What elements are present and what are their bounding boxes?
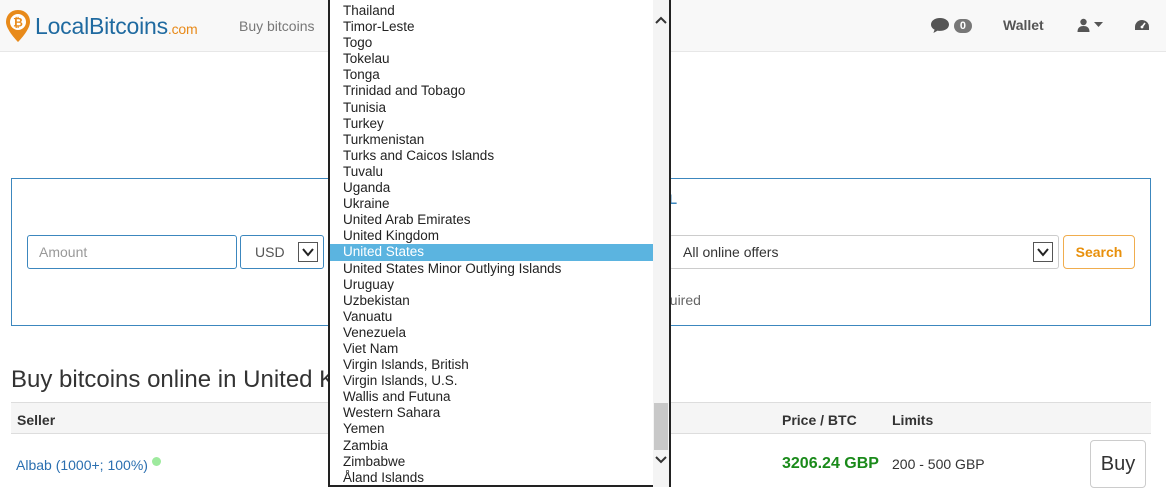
- amount-input[interactable]: Amount: [27, 235, 237, 269]
- country-option[interactable]: Togo: [330, 35, 653, 51]
- country-option[interactable]: Tonga: [330, 67, 653, 83]
- country-option[interactable]: Wallis and Futuna: [330, 389, 653, 405]
- country-option[interactable]: Vanuatu: [330, 309, 653, 325]
- country-option[interactable]: Ukraine: [330, 196, 653, 212]
- country-option[interactable]: Virgin Islands, U.S.: [330, 373, 653, 389]
- country-option[interactable]: Åland Islands: [330, 470, 653, 486]
- scroll-up-icon[interactable]: [654, 14, 668, 30]
- country-option[interactable]: Uganda: [330, 180, 653, 196]
- country-option[interactable]: Trinidad and Tobago: [330, 83, 653, 99]
- user-icon: [1077, 17, 1094, 33]
- country-option[interactable]: Zambia: [330, 438, 653, 454]
- search-button[interactable]: Search: [1063, 235, 1135, 269]
- dropdown-scrollbar[interactable]: [653, 0, 669, 487]
- country-option[interactable]: Turks and Caicos Islands: [330, 148, 653, 164]
- chat-icon: [930, 18, 954, 34]
- country-option[interactable]: United Arab Emirates: [330, 212, 653, 228]
- country-option[interactable]: Virgin Islands, British: [330, 357, 653, 373]
- page-title: Buy bitcoins online in United K: [11, 366, 336, 393]
- offers-select[interactable]: All online offers: [669, 235, 1059, 269]
- online-status-icon: [152, 457, 161, 466]
- svg-text:₿: ₿: [13, 16, 23, 30]
- column-seller: Seller: [17, 412, 56, 428]
- country-option[interactable]: Zimbabwe: [330, 454, 653, 470]
- country-option[interactable]: United States Minor Outlying Islands: [330, 261, 653, 277]
- country-option[interactable]: Western Sahara: [330, 405, 653, 421]
- limits-value: 200 - 500 GBP: [892, 456, 985, 472]
- messages-count-badge: 0: [953, 19, 973, 33]
- column-price: Price / BTC: [782, 412, 857, 428]
- country-option[interactable]: Tunisia: [330, 100, 653, 116]
- brand-name: LocalBitcoins: [35, 12, 168, 39]
- column-limits: Limits: [892, 412, 934, 428]
- country-option[interactable]: Turkey: [330, 116, 653, 132]
- country-option[interactable]: Venezuela: [330, 325, 653, 341]
- country-option[interactable]: United States: [330, 244, 653, 261]
- user-menu[interactable]: [1077, 17, 1103, 33]
- messages-button[interactable]: 0: [930, 17, 973, 34]
- offers-value: All online offers: [683, 244, 779, 260]
- country-option[interactable]: Tokelau: [330, 51, 653, 67]
- currency-select[interactable]: USD: [240, 235, 324, 269]
- wallet-link[interactable]: Wallet: [1003, 17, 1044, 33]
- brand-logo[interactable]: ₿ LocalBitcoins.com: [5, 8, 198, 44]
- country-option[interactable]: Viet Nam: [330, 341, 653, 357]
- country-option[interactable]: Timor-Leste: [330, 19, 653, 35]
- country-options: Thailand Timor-Leste Togo Tokelau Tonga Trini…: [330, 3, 653, 486]
- select-arrow-icon: [1033, 242, 1053, 262]
- country-option[interactable]: Uzbekistan: [330, 293, 653, 309]
- country-option[interactable]: Yemen: [330, 421, 653, 437]
- nav-buy-bitcoins[interactable]: Buy bitcoins: [239, 18, 314, 34]
- country-option[interactable]: Uruguay: [330, 277, 653, 293]
- scrollbar-thumb[interactable]: [654, 403, 668, 450]
- seller-link[interactable]: Albab (1000+; 100%): [16, 457, 148, 473]
- country-option[interactable]: Turkmenistan: [330, 132, 653, 148]
- country-option[interactable]: United Kingdom: [330, 228, 653, 244]
- brand-suffix: .com: [167, 20, 198, 37]
- select-arrow-icon: [298, 242, 318, 262]
- price-value: 3206.24 GBP: [782, 455, 879, 472]
- currency-value: USD: [255, 244, 285, 260]
- country-dropdown-list[interactable]: Thailand Timor-Leste Togo Tokelau Tonga Trini…: [328, 0, 671, 487]
- bitcoin-pin-icon: ₿: [5, 9, 31, 43]
- country-option[interactable]: Tuvalu: [330, 164, 653, 180]
- country-option[interactable]: Thailand: [330, 3, 653, 19]
- buy-button[interactable]: Buy: [1090, 440, 1146, 488]
- dashboard-icon[interactable]: [1134, 17, 1150, 33]
- scroll-down-icon[interactable]: [654, 454, 668, 470]
- caret-down-icon: [1093, 17, 1103, 33]
